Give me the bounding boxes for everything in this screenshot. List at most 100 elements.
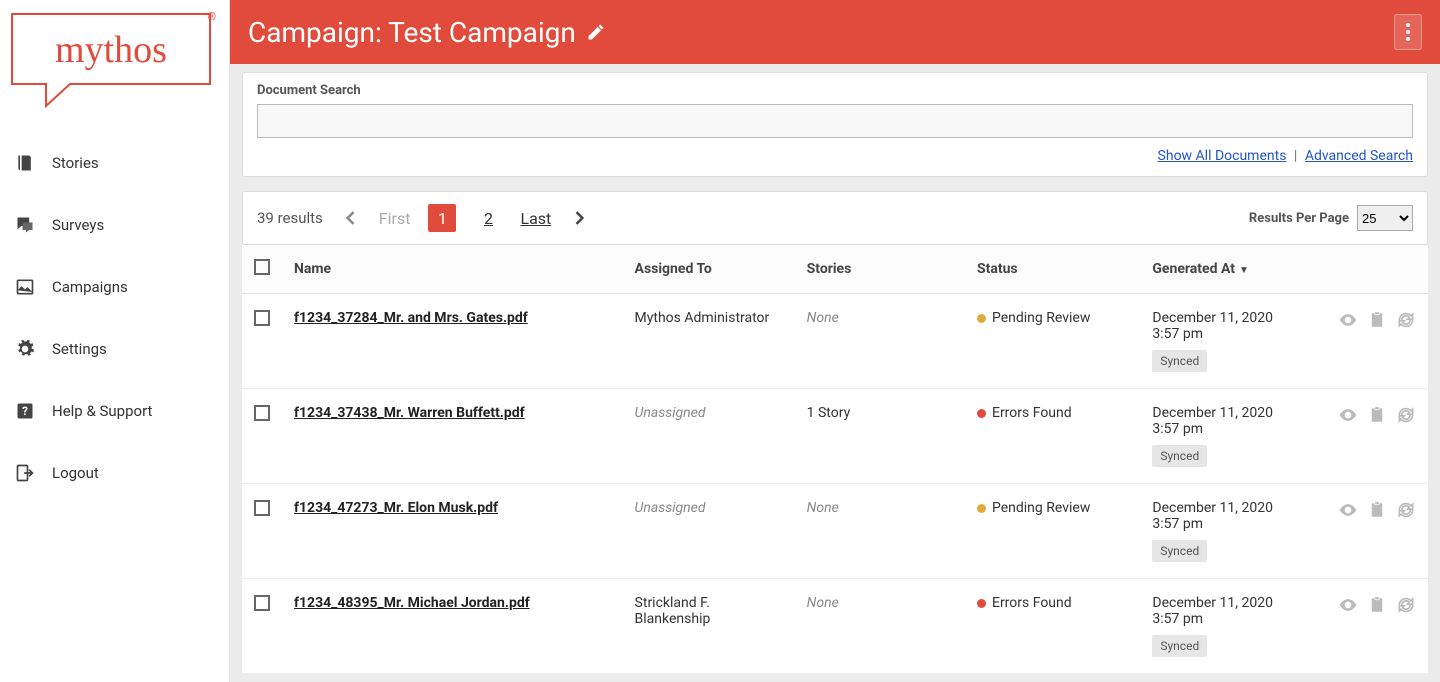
table-row: f1234_48395_Mr. Michael Jordan.pdf Strick… bbox=[242, 579, 1428, 674]
more-menu-button[interactable] bbox=[1394, 14, 1422, 50]
page-last[interactable]: Last bbox=[520, 209, 551, 228]
sidebar-item-settings[interactable]: Settings bbox=[0, 318, 229, 380]
rpp-select[interactable]: 25 bbox=[1357, 205, 1413, 231]
logo-text: mythos bbox=[55, 29, 167, 71]
generated-date: December 11, 2020 bbox=[1152, 405, 1314, 421]
show-all-link[interactable]: Show All Documents bbox=[1158, 148, 1287, 164]
sidebar-item-label: Stories bbox=[52, 154, 99, 172]
status-text: Errors Found bbox=[992, 405, 1072, 421]
svg-text:?: ? bbox=[22, 404, 28, 418]
generated-time: 3:57 pm bbox=[1152, 421, 1314, 437]
table-row: f1234_47273_Mr. Elon Musk.pdfUnassignedN… bbox=[242, 484, 1428, 579]
sidebar-item-label: Logout bbox=[52, 464, 99, 482]
col-stories[interactable]: Stories bbox=[795, 245, 965, 294]
status-text: Pending Review bbox=[992, 310, 1090, 326]
refresh-icon[interactable] bbox=[1396, 405, 1416, 425]
assigned-to: Unassigned bbox=[635, 500, 706, 516]
generated-time: 3:57 pm bbox=[1152, 611, 1314, 627]
sync-badge: Synced bbox=[1152, 445, 1207, 467]
search-label: Document Search bbox=[257, 83, 1413, 98]
topbar: Campaign: Test Campaign bbox=[230, 0, 1440, 64]
nav: Stories Surveys Campaigns Settings bbox=[0, 114, 229, 504]
eye-icon[interactable] bbox=[1338, 595, 1358, 615]
sidebar: mythos ® Stories Surveys bbox=[0, 0, 230, 682]
select-all-checkbox[interactable] bbox=[254, 259, 270, 275]
help-icon: ? bbox=[14, 400, 36, 422]
refresh-icon[interactable] bbox=[1396, 310, 1416, 330]
chevron-left-icon[interactable] bbox=[341, 208, 361, 228]
page-first: First bbox=[379, 209, 411, 228]
sidebar-item-campaigns[interactable]: Campaigns bbox=[0, 256, 229, 318]
stories-count: None bbox=[807, 310, 839, 326]
eye-icon[interactable] bbox=[1338, 405, 1358, 425]
sync-badge: Synced bbox=[1152, 350, 1207, 372]
book-icon bbox=[14, 152, 36, 174]
refresh-icon[interactable] bbox=[1396, 595, 1416, 615]
eye-icon[interactable] bbox=[1338, 310, 1358, 330]
sidebar-item-logout[interactable]: Logout bbox=[0, 442, 229, 504]
clipboard-icon[interactable] bbox=[1368, 500, 1386, 520]
logo[interactable]: mythos ® bbox=[0, 0, 229, 114]
chat-icon bbox=[14, 214, 36, 236]
page-2[interactable]: 2 bbox=[474, 204, 502, 232]
sort-desc-icon: ▼ bbox=[1239, 265, 1249, 276]
col-name[interactable]: Name bbox=[282, 245, 623, 294]
pencil-icon[interactable] bbox=[586, 22, 606, 42]
sidebar-item-help[interactable]: ? Help & Support bbox=[0, 380, 229, 442]
generated-time: 3:57 pm bbox=[1152, 516, 1314, 532]
status-text: Errors Found bbox=[992, 595, 1072, 611]
clipboard-icon[interactable] bbox=[1368, 595, 1386, 615]
gear-icon bbox=[14, 338, 36, 360]
documents-table: Name Assigned To Stories Status Generate… bbox=[242, 245, 1428, 674]
sidebar-item-surveys[interactable]: Surveys bbox=[0, 194, 229, 256]
clipboard-icon[interactable] bbox=[1368, 405, 1386, 425]
image-icon bbox=[14, 276, 36, 298]
pagination-bar: 39 results First 1 2 Last bbox=[242, 191, 1428, 245]
col-generated[interactable]: Generated At▼ bbox=[1140, 245, 1326, 294]
document-name-link[interactable]: f1234_47273_Mr. Elon Musk.pdf bbox=[294, 500, 498, 516]
generated-date: December 11, 2020 bbox=[1152, 500, 1314, 516]
generated-time: 3:57 pm bbox=[1152, 326, 1314, 342]
search-input[interactable] bbox=[257, 104, 1413, 138]
document-name-link[interactable]: f1234_37438_Mr. Warren Buffett.pdf bbox=[294, 405, 525, 421]
document-name-link[interactable]: f1234_48395_Mr. Michael Jordan.pdf bbox=[294, 595, 530, 611]
chevron-right-icon[interactable] bbox=[569, 208, 589, 228]
row-checkbox[interactable] bbox=[254, 310, 270, 326]
row-checkbox[interactable] bbox=[254, 500, 270, 516]
page-1[interactable]: 1 bbox=[428, 204, 456, 232]
search-panel: Document Search Show All Documents | Adv… bbox=[242, 72, 1428, 177]
table-row: f1234_37284_Mr. and Mrs. Gates.pdf Mythos… bbox=[242, 294, 1428, 389]
generated-date: December 11, 2020 bbox=[1152, 310, 1314, 326]
sidebar-item-label: Help & Support bbox=[52, 402, 152, 420]
status-dot-icon bbox=[977, 409, 986, 418]
rpp-label: Results Per Page bbox=[1249, 211, 1349, 226]
assigned-to: Unassigned bbox=[635, 405, 706, 421]
refresh-icon[interactable] bbox=[1396, 500, 1416, 520]
advanced-search-link[interactable]: Advanced Search bbox=[1305, 148, 1413, 164]
status-dot-icon bbox=[977, 314, 986, 323]
sidebar-item-stories[interactable]: Stories bbox=[0, 132, 229, 194]
sync-badge: Synced bbox=[1152, 540, 1207, 562]
col-status[interactable]: Status bbox=[965, 245, 1140, 294]
assigned-to: Strickland F. Blankenship bbox=[635, 595, 711, 627]
document-name-link[interactable]: f1234_37284_Mr. and Mrs. Gates.pdf bbox=[294, 310, 528, 326]
sidebar-item-label: Surveys bbox=[52, 216, 104, 234]
main: Campaign: Test Campaign Document Search … bbox=[230, 0, 1440, 682]
stories-count: None bbox=[807, 595, 839, 611]
clipboard-icon[interactable] bbox=[1368, 310, 1386, 330]
stories-count: 1 Story bbox=[807, 405, 851, 421]
sidebar-item-label: Settings bbox=[52, 340, 107, 358]
generated-date: December 11, 2020 bbox=[1152, 595, 1314, 611]
results-count: 39 results bbox=[257, 209, 323, 227]
assigned-to: Mythos Administrator bbox=[635, 310, 770, 326]
status-dot-icon bbox=[977, 504, 986, 513]
sidebar-item-label: Campaigns bbox=[52, 278, 128, 296]
eye-icon[interactable] bbox=[1338, 500, 1358, 520]
col-assigned[interactable]: Assigned To bbox=[623, 245, 795, 294]
row-checkbox[interactable] bbox=[254, 595, 270, 611]
row-checkbox[interactable] bbox=[254, 405, 270, 421]
registered-mark: ® bbox=[207, 10, 216, 23]
table-row: f1234_37438_Mr. Warren Buffett.pdf Unassi… bbox=[242, 389, 1428, 484]
sync-badge: Synced bbox=[1152, 635, 1207, 657]
status-text: Pending Review bbox=[992, 500, 1090, 516]
